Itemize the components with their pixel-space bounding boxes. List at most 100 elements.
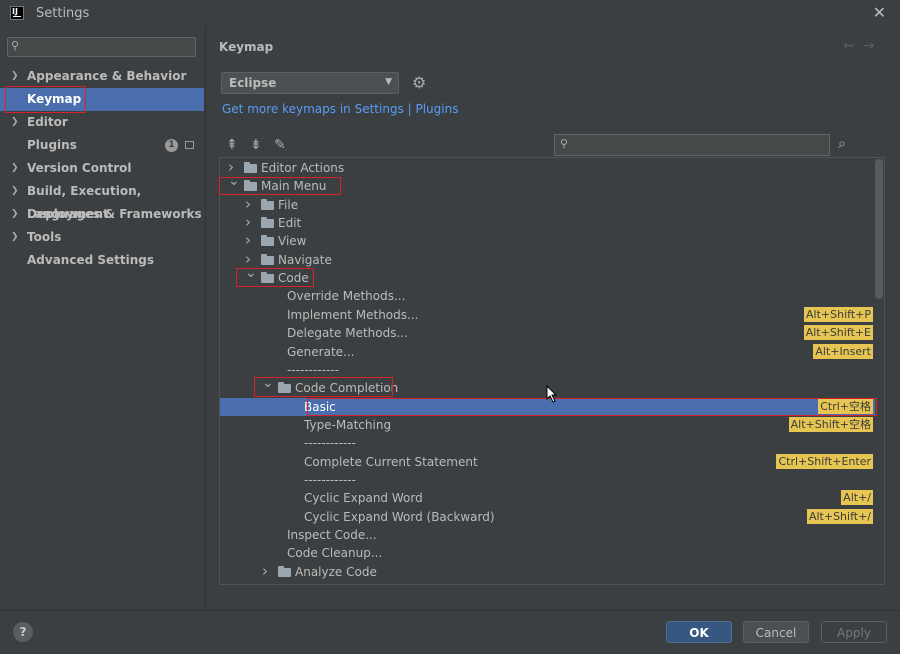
tree-row[interactable]: Complete Current Statement Ctrl+Shift+Ent… xyxy=(220,453,875,471)
separator-row[interactable]: ------------ xyxy=(220,471,875,489)
tree-row-label: Edit xyxy=(278,216,302,230)
tree-row[interactable]: › Analyze Code xyxy=(220,562,875,581)
apply-button[interactable]: Apply xyxy=(821,621,887,643)
folder-icon xyxy=(261,235,274,246)
tree-row-label: View xyxy=(278,234,307,248)
find-by-shortcut-icon[interactable]: ⌕ xyxy=(838,136,846,152)
chevron-right-icon[interactable]: ❯ xyxy=(11,226,19,249)
tree-row-label: Complete Current Statement xyxy=(304,455,478,469)
tree-row-label: Code Completion xyxy=(295,381,399,395)
chevron-right-icon[interactable]: › xyxy=(245,231,251,249)
project-settings-icon xyxy=(185,141,194,149)
tree-row-label: Implement Methods... xyxy=(287,308,419,322)
sidebar-item-label: Keymap xyxy=(27,92,82,106)
tree-row[interactable]: › Navigate xyxy=(220,250,875,269)
separator-row[interactable]: ------------ xyxy=(220,434,875,452)
tree-row[interactable]: Inspect Code... xyxy=(220,526,875,544)
folder-icon xyxy=(244,180,257,191)
tree-row[interactable]: ⌄ Main Menu xyxy=(220,173,875,195)
collapse-all-icon[interactable]: ⇟ xyxy=(250,137,262,153)
chevron-right-icon[interactable]: ❯ xyxy=(11,157,19,180)
sidebar-item-tools[interactable]: ❯ Tools xyxy=(0,226,204,249)
tree-row-label: Code Cleanup... xyxy=(287,546,383,560)
sidebar-item-label: Advanced Settings xyxy=(27,253,155,267)
tree-row[interactable]: Cyclic Expand Word Alt+/ xyxy=(220,489,875,507)
chevron-right-icon[interactable]: ❯ xyxy=(11,180,19,203)
sidebar-item-advanced-settings[interactable]: Advanced Settings xyxy=(0,249,204,272)
tree-row[interactable]: ⌄ Code xyxy=(220,265,875,287)
chevron-right-icon[interactable]: › xyxy=(245,213,251,231)
tree-row[interactable]: Code Cleanup... xyxy=(220,544,875,562)
search-icon: ⚲ xyxy=(560,137,569,150)
folder-icon xyxy=(244,162,257,173)
sidebar-item-label: Version Control xyxy=(27,161,132,175)
shortcut-badge: Alt+Shift+E xyxy=(803,325,873,340)
sidebar-item-appearance-behavior[interactable]: ❯ Appearance & Behavior xyxy=(0,65,204,88)
separator-row[interactable]: ------------ xyxy=(220,361,875,379)
tree-row[interactable]: Type-Matching Alt+Shift+空格 xyxy=(220,416,875,434)
vertical-scrollbar[interactable] xyxy=(875,159,883,299)
sidebar-item-plugins[interactable]: Plugins 1 xyxy=(0,134,204,157)
tree-row-label: Main Menu xyxy=(261,179,327,193)
shortcut-badge: Alt+Shift+空格 xyxy=(788,417,873,432)
folder-icon xyxy=(261,254,274,265)
chevron-right-icon[interactable]: › xyxy=(262,562,268,580)
chevron-down-icon[interactable]: ⌄ xyxy=(262,374,274,392)
sidebar-item-editor[interactable]: ❯ Editor xyxy=(0,111,204,134)
tree-row-label: ------------ xyxy=(304,436,356,450)
tree-row[interactable]: Cyclic Expand Word (Backward) Alt+Shift+/ xyxy=(220,508,875,526)
chevron-right-icon[interactable]: › xyxy=(245,195,251,213)
tree-row[interactable]: Implement Methods... Alt+Shift+P xyxy=(220,306,875,324)
shortcut-badge: Alt+/ xyxy=(841,490,873,505)
chevron-right-icon[interactable]: ❯ xyxy=(11,203,19,226)
chevron-down-icon[interactable]: ⌄ xyxy=(245,264,257,282)
tree-row[interactable]: Delegate Methods... Alt+Shift+E xyxy=(220,324,875,342)
cancel-button[interactable]: Cancel xyxy=(743,621,809,643)
tree-row-label: Cyclic Expand Word xyxy=(304,491,423,505)
keymap-search-input[interactable]: ⚲ xyxy=(554,134,830,156)
tree-row[interactable]: Override Methods... xyxy=(220,287,875,305)
gear-icon[interactable]: ⚙ xyxy=(412,73,426,92)
tree-row[interactable]: › View xyxy=(220,231,875,250)
shortcut-badge: Alt+Shift+/ xyxy=(806,509,873,524)
help-button[interactable]: ? xyxy=(13,622,33,642)
tree-row-label: Type-Matching xyxy=(304,418,392,432)
tree-row-label: Inspect Code... xyxy=(287,528,377,542)
get-more-keymaps-link[interactable]: Get more keymaps in Settings | Plugins xyxy=(222,102,458,116)
chevron-down-icon[interactable]: ⌄ xyxy=(228,172,240,190)
sidebar-item-build-execution-deployment[interactable]: ❯ Build, Execution, Deployment xyxy=(0,180,204,221)
shortcut-badge: Ctrl+空格 xyxy=(818,399,873,414)
shortcut-badge: Alt+Shift+P xyxy=(804,307,873,322)
chevron-right-icon[interactable]: ❯ xyxy=(11,111,19,134)
tree-row-label: Analyze Code xyxy=(295,565,377,579)
chevron-down-icon: ▼ xyxy=(385,77,392,87)
sidebar-item-label: Editor xyxy=(27,115,68,129)
sidebar-search-input[interactable]: ⚲ xyxy=(7,37,196,57)
tree-row[interactable]: › Editor Actions xyxy=(220,158,875,177)
sidebar-item-label: Appearance & Behavior xyxy=(27,69,187,83)
window-title: Settings xyxy=(36,6,90,21)
title-bar: IJ Settings ✕ xyxy=(0,0,900,27)
close-icon[interactable]: ✕ xyxy=(873,3,886,22)
search-icon: ⚲ xyxy=(11,39,20,52)
intellij-logo-icon: IJ xyxy=(10,6,24,20)
folder-icon xyxy=(261,272,274,283)
folder-icon xyxy=(261,217,274,228)
tree-row[interactable]: › File xyxy=(220,195,875,214)
sidebar-item-keymap[interactable]: Keymap xyxy=(0,88,204,111)
chevron-right-icon[interactable]: ❯ xyxy=(11,65,19,88)
tree-row-label: ------------ xyxy=(287,363,339,377)
keymap-select[interactable]: Eclipse ▼ xyxy=(221,72,399,94)
edit-pencil-icon[interactable]: ✎ xyxy=(274,137,286,153)
ok-button[interactable]: OK xyxy=(666,621,732,643)
shortcut-badge: Ctrl+Shift+Enter xyxy=(776,454,873,469)
tree-row-label: Code xyxy=(278,271,309,285)
sidebar-item-label: Languages & Frameworks xyxy=(27,207,202,221)
sidebar-item-version-control[interactable]: ❯ Version Control xyxy=(0,157,204,180)
tree-row[interactable]: › Edit xyxy=(220,213,875,232)
expand-all-icon[interactable]: ⇞ xyxy=(226,137,238,153)
tree-row[interactable]: Generate... Alt+Insert xyxy=(220,343,875,361)
tree-row-label: Generate... xyxy=(287,345,355,359)
back-forward-arrows[interactable]: ←→ xyxy=(843,38,882,54)
sidebar-item-languages-frameworks[interactable]: ❯ Languages & Frameworks xyxy=(0,203,204,226)
